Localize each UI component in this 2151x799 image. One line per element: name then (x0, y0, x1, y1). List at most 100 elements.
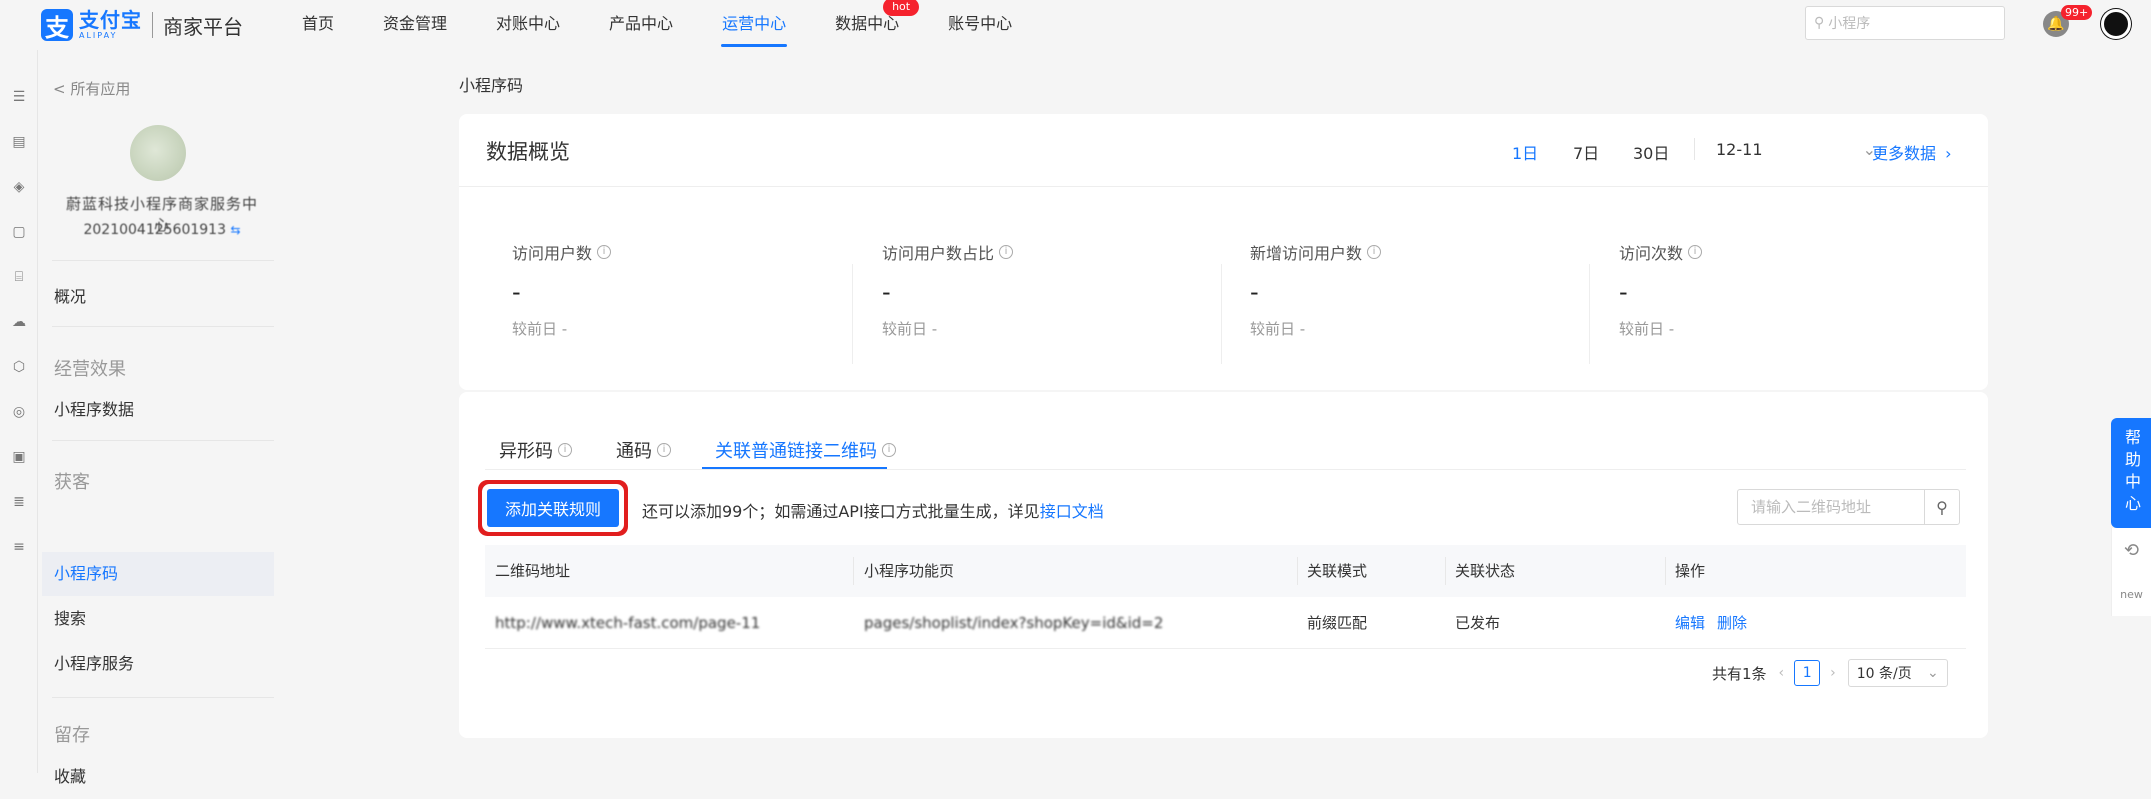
new-feature-icon[interactable]: new (2111, 572, 2151, 616)
list-icon[interactable]: ≣ (9, 492, 29, 512)
metric-divider (1589, 264, 1590, 364)
tab-universal-code[interactable]: 通码 i (616, 437, 671, 463)
cloud-icon[interactable]: ☁ (9, 312, 29, 332)
logo-english-name: ALIPAY (79, 31, 118, 40)
search-placeholder: 小程序 (1828, 16, 1871, 32)
search-icon: ⚲ (1814, 15, 1825, 31)
column-divider (1297, 557, 1298, 585)
app-avatar (130, 125, 186, 181)
cube-icon[interactable]: ⬡ (9, 357, 29, 377)
current-page-button[interactable]: 1 (1794, 660, 1821, 686)
nav-home[interactable]: 首页 (302, 0, 334, 50)
delete-button[interactable]: 删除 (1717, 614, 1747, 632)
column-header-actions: 操作 (1675, 562, 1706, 580)
info-icon[interactable]: i (597, 245, 612, 259)
refresh-icon[interactable]: ⟲ (2111, 528, 2151, 572)
nav-operations[interactable]: 运营中心 (721, 0, 788, 50)
table-header: 二维码地址 小程序功能页 关联模式 关联状态 操作 (485, 545, 1966, 597)
tab-linked-qr-code[interactable]: 关联普通链接二维码 i (715, 437, 896, 463)
nav-reconciliation[interactable]: 对账中心 (496, 0, 560, 50)
info-icon[interactable]: i (882, 443, 896, 457)
sidebar-item-search[interactable]: 搜索 (42, 597, 274, 641)
info-icon[interactable]: i (1688, 245, 1703, 259)
sidebar-divider (52, 326, 274, 327)
quota-hint: 还可以添加99个；如需通过API接口方式批量生成，详见接口文档 (642, 498, 1104, 522)
metric-visits: 访问次数 i - 较前日 - (1619, 240, 1939, 339)
sidebar-group-business: 经营效果 (54, 359, 126, 380)
compass-icon[interactable]: ◈ (9, 177, 29, 197)
chevron-right-icon: › (1945, 144, 1952, 163)
info-icon[interactable]: i (558, 443, 572, 457)
user-avatar[interactable] (2101, 9, 2131, 39)
tab-label: 关联普通链接二维码 (715, 441, 877, 462)
add-link-rule-button[interactable]: 添加关联规则 (487, 489, 619, 527)
wallet-icon[interactable]: ▣ (9, 447, 29, 467)
metric-visitor-ratio: 访问用户数占比 i - 较前日 - (882, 240, 1202, 339)
file-icon[interactable]: ≡ (9, 537, 29, 557)
sidebar-item-miniapp-service[interactable]: 小程序服务 (42, 642, 274, 686)
actions-cell: 编辑 删除 (1675, 597, 1759, 649)
sidebar-item-overview[interactable]: 概况 (42, 275, 274, 319)
help-center-button[interactable]: 帮助中心 (2111, 418, 2151, 528)
search-input[interactable]: ⚲ 小程序 (1805, 6, 2005, 40)
nav-products[interactable]: 产品中心 (609, 0, 673, 50)
prev-page-icon[interactable]: ‹ (1779, 665, 1785, 681)
next-page-icon[interactable]: › (1830, 665, 1836, 681)
mode-cell: 前缀匹配 (1307, 614, 1368, 632)
column-divider (853, 557, 854, 585)
sidebar-divider (52, 440, 274, 441)
search-icon[interactable]: ⚲ (1924, 489, 1960, 525)
app-id-row: 2021004125601913 ⇆ (62, 222, 262, 238)
switch-app-icon[interactable]: ⇆ (230, 223, 240, 237)
edit-button[interactable]: 编辑 (1675, 614, 1705, 632)
back-to-all-apps[interactable]: < 所有应用 (53, 78, 130, 99)
range-divider (1694, 138, 1695, 160)
main-nav: 首页 资金管理 对账中心 产品中心 运营中心 数据中心 hot 账号中心 (302, 0, 1061, 50)
qr-url-search-input[interactable]: 请输入二维码地址 (1737, 489, 1925, 525)
overview-title: 数据概览 (486, 140, 570, 164)
tab-label: 异形码 (499, 441, 553, 462)
alipay-logo[interactable]: 支 支付宝 ALIPAY 商家平台 (41, 8, 243, 42)
help-center-label: 帮助中心 (2122, 429, 2141, 517)
page-size-select[interactable]: 10 条/页 ⌄ (1847, 659, 1948, 687)
document-icon[interactable]: ▢ (9, 222, 29, 242)
chevron-down-icon: ⌄ (1927, 665, 1939, 681)
nav-data-center[interactable]: 数据中心 hot (835, 0, 920, 50)
sidebar-item-miniapp-code[interactable]: 小程序码 (42, 552, 274, 596)
gift-icon[interactable]: ⌸ (9, 267, 29, 287)
menu-toggle-icon[interactable]: ☰ (9, 87, 29, 107)
sidebar-item-favorites[interactable]: 收藏 (42, 755, 274, 799)
metric-label: 访问用户数占比 (882, 244, 995, 263)
sidebar-divider (52, 260, 274, 261)
range-1-day[interactable]: 1日 (1512, 140, 1538, 164)
nav-funds[interactable]: 资金管理 (383, 0, 447, 50)
range-7-days[interactable]: 7日 (1573, 140, 1599, 164)
nav-account[interactable]: 账号中心 (948, 0, 1012, 50)
metric-label: 新增访问用户数 (1250, 244, 1363, 263)
metric-compare: 较前日 - (512, 320, 568, 338)
info-icon[interactable]: i (1367, 245, 1382, 259)
column-divider (1445, 557, 1446, 585)
chart-icon[interactable]: ▤ (9, 132, 29, 152)
metric-compare: 较前日 - (882, 320, 938, 338)
metric-value: - (1250, 278, 1259, 306)
column-header-mode: 关联模式 (1307, 562, 1368, 580)
metric-visitors: 访问用户数 i - 较前日 - (512, 240, 832, 339)
sidebar-item-miniapp-data[interactable]: 小程序数据 (42, 388, 274, 432)
hot-badge: hot (883, 0, 920, 16)
info-icon[interactable]: i (657, 443, 671, 457)
table-row: http://www.xtech-fast.com/page-11 pages/… (485, 597, 1966, 649)
more-data-link[interactable]: 更多数据 › (1872, 140, 1952, 164)
metric-value: - (512, 278, 521, 306)
range-30-days[interactable]: 30日 (1633, 140, 1669, 164)
data-overview-card: 数据概览 1日 7日 30日 12-11 ⌄ 更多数据 › 访问用户数 i - 较… (459, 114, 1988, 390)
info-icon[interactable]: i (999, 245, 1014, 259)
column-header-qr-url: 二维码地址 (495, 562, 571, 580)
tab-special-code[interactable]: 异形码 i (499, 437, 572, 463)
api-docs-link[interactable]: 接口文档 (1040, 502, 1104, 521)
target-icon[interactable]: ◎ (9, 402, 29, 422)
top-navigation-bar: 支 支付宝 ALIPAY 商家平台 首页 资金管理 对账中心 产品中心 运营中心… (0, 0, 2151, 50)
date-picker[interactable]: 12-11 ⌄ (1716, 140, 1876, 159)
page-path-cell: pages/shoplist/index?shopKey=id&id=2 (864, 614, 1164, 632)
logo-divider (152, 12, 153, 38)
